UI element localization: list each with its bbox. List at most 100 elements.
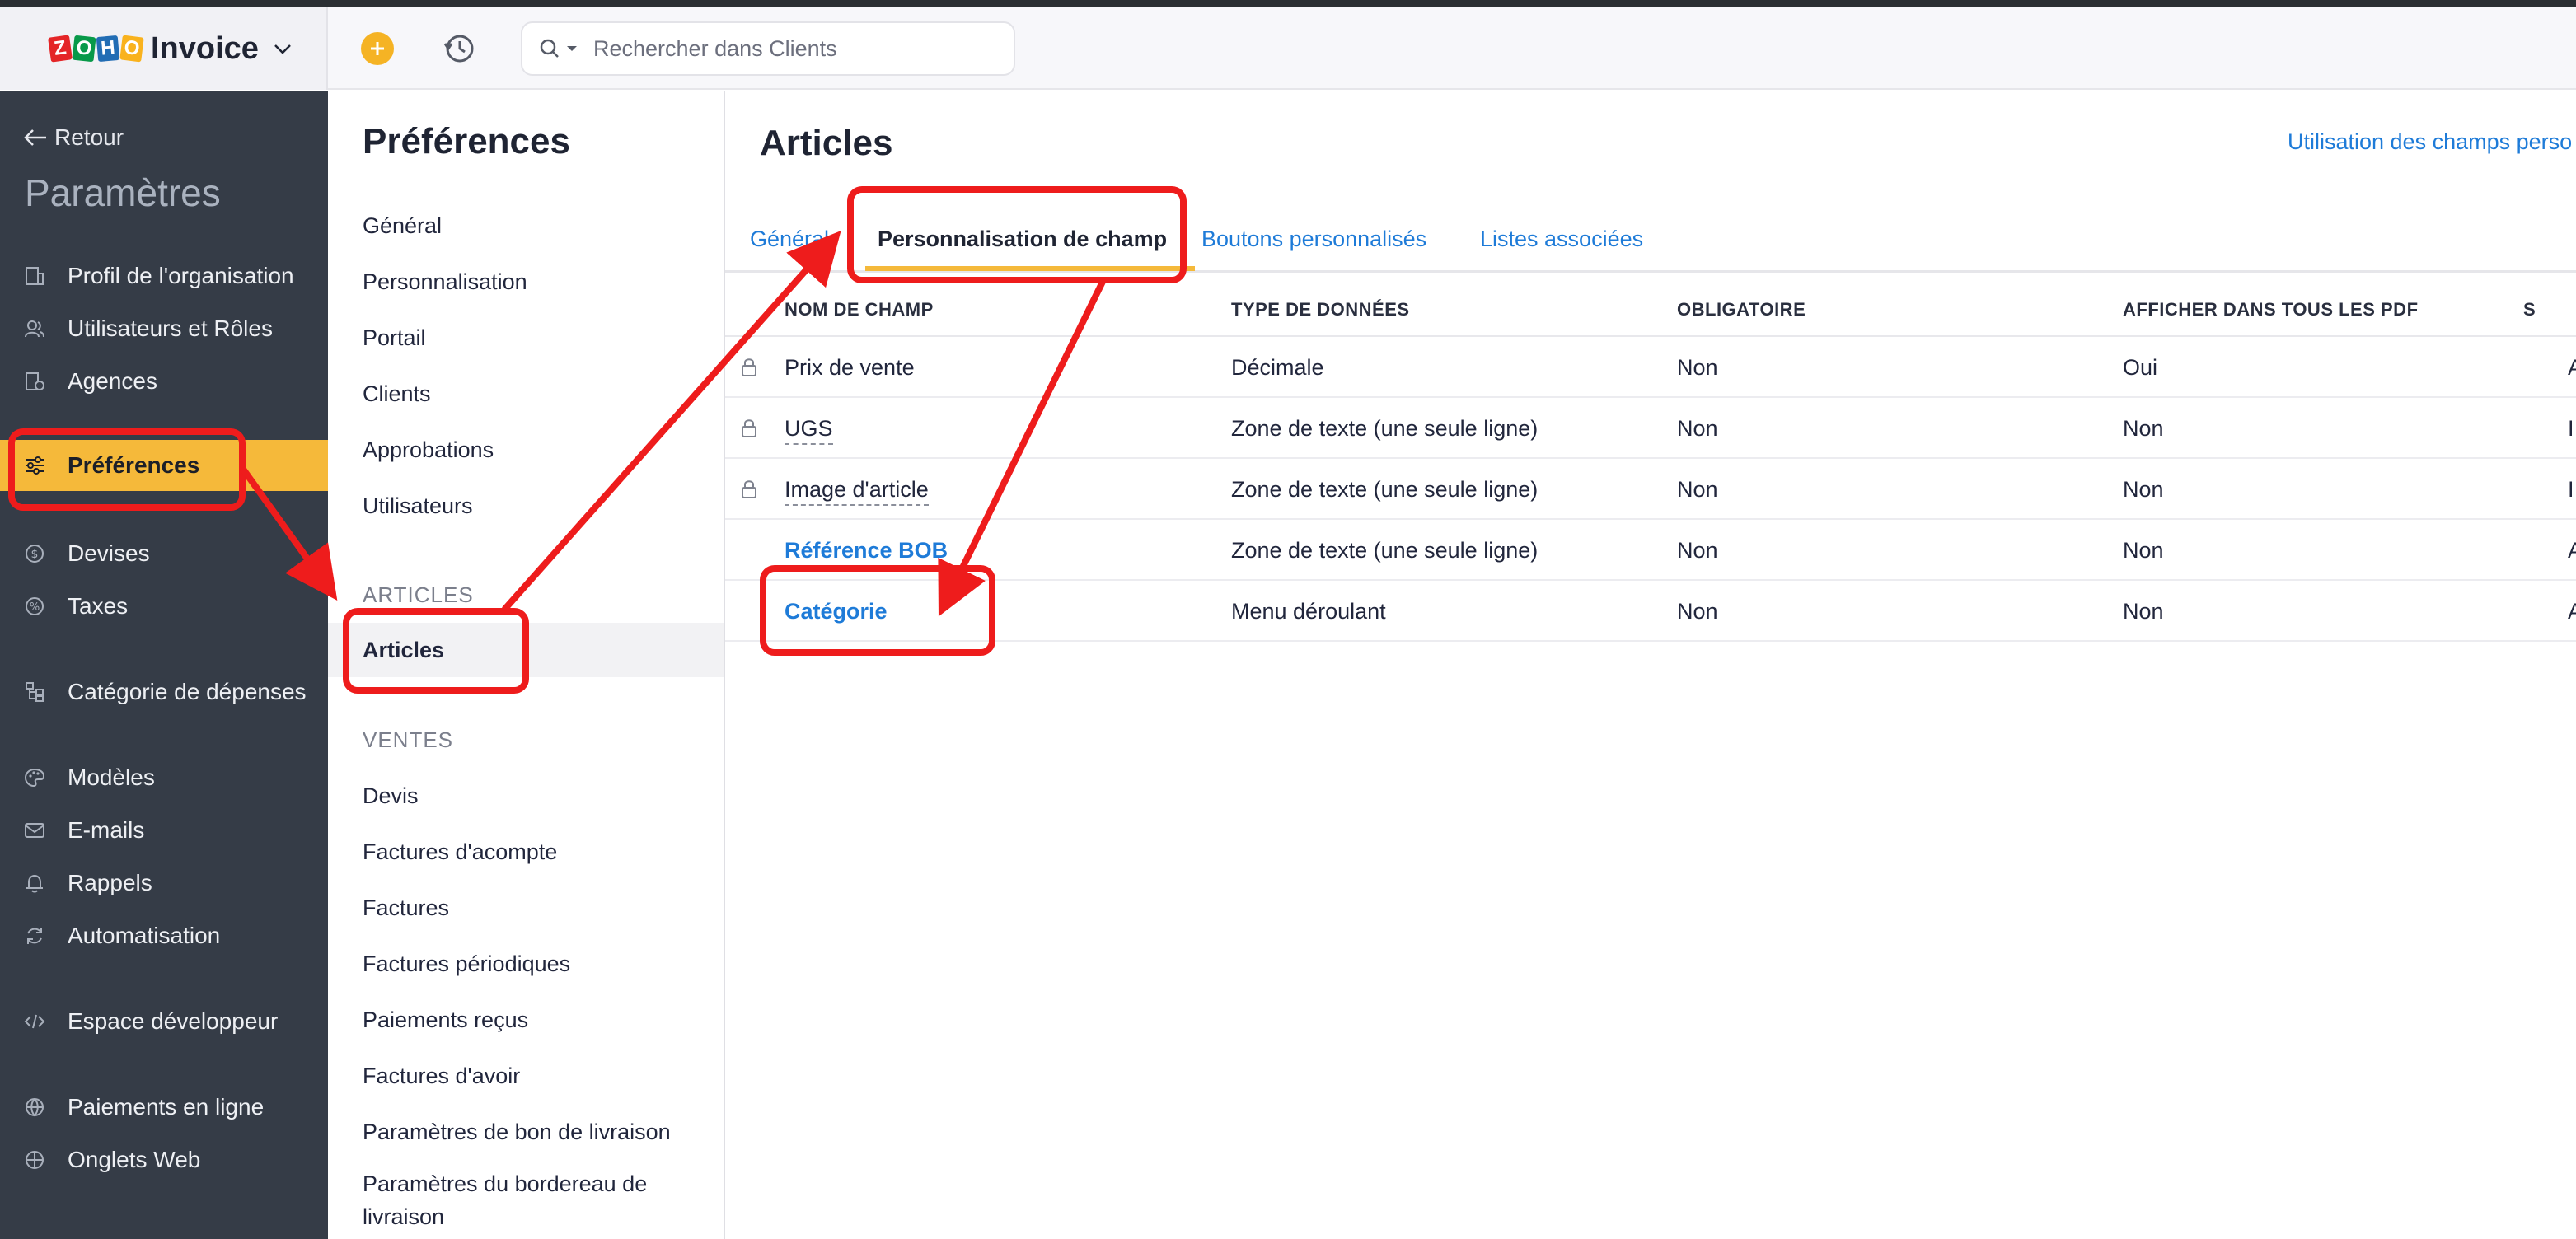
col-field-name: NOM DE CHAMP: [785, 299, 934, 320]
table-row[interactable]: Image d'article Zone de texte (une seule…: [725, 459, 2576, 520]
mail-icon: [23, 819, 46, 842]
col-data-type: TYPE DE DONNÉES: [1231, 299, 1410, 320]
main-panel: Articles Utilisation des champs perso Gé…: [725, 91, 2576, 1239]
sidebar-item-users-roles[interactable]: Utilisateurs et Rôles: [0, 303, 328, 354]
top-header: Z O H O Invoice: [0, 7, 2576, 90]
field-extra: I: [2568, 416, 2574, 441]
field-name: Image d'article: [785, 477, 929, 506]
logo-letter: O: [119, 35, 144, 63]
tab-bar: Général Personnalisation de champ Bouton…: [725, 215, 2576, 273]
field-name-link[interactable]: Catégorie: [785, 599, 888, 624]
percent-icon: %: [23, 595, 46, 618]
field-pdf: Oui: [2123, 355, 2158, 380]
pref-item-customization[interactable]: Personnalisation: [328, 255, 724, 309]
pref-item-quotes[interactable]: Devis: [328, 769, 724, 823]
pref-item-customers[interactable]: Clients: [328, 367, 724, 421]
table-row[interactable]: Catégorie Menu déroulant Non Non A: [725, 581, 2576, 642]
pref-item-credit-notes[interactable]: Factures d'avoir: [328, 1049, 724, 1103]
pref-item-retainer-invoices[interactable]: Factures d'acompte: [328, 825, 724, 879]
sidebar-item-automation[interactable]: Automatisation: [0, 910, 328, 961]
web-tab-icon: [23, 1148, 46, 1171]
caret-down-icon[interactable]: [565, 44, 578, 54]
pref-item-portal[interactable]: Portail: [328, 311, 724, 365]
svg-text:%: %: [30, 601, 40, 614]
lock-icon: [742, 480, 756, 498]
sidebar-item-expense-categories[interactable]: Catégorie de dépenses: [0, 666, 328, 718]
hierarchy-icon: [23, 680, 46, 704]
preferences-title: Préférences: [363, 121, 570, 161]
back-label: Retour: [54, 124, 124, 150]
sidebar-item-emails[interactable]: E-mails: [0, 805, 328, 856]
field-required: Non: [1677, 477, 1718, 502]
sidebar-item-label: Onglets Web: [68, 1147, 201, 1172]
table-row[interactable]: Prix de vente Décimale Non Oui A: [725, 337, 2576, 398]
tab-custom-buttons[interactable]: Boutons personnalisés: [1201, 227, 1426, 252]
sidebar-item-developer[interactable]: Espace développeur: [0, 996, 328, 1047]
sidebar-item-reminders[interactable]: Rappels: [0, 858, 328, 909]
field-pdf: Non: [2123, 538, 2164, 563]
pref-item-approvals[interactable]: Approbations: [328, 423, 724, 477]
arrow-left-icon: [24, 129, 46, 146]
col-truncated: S: [2523, 299, 2536, 320]
sidebar-item-web-tabs[interactable]: Onglets Web: [0, 1134, 328, 1185]
sidebar-item-preferences[interactable]: Préférences: [0, 440, 328, 491]
field-required: Non: [1677, 355, 1718, 380]
lock-icon: [742, 419, 756, 437]
building-icon: [23, 264, 46, 288]
pref-item-general[interactable]: Général: [328, 199, 724, 253]
sidebar-item-organization[interactable]: Profil de l'organisation: [0, 250, 328, 302]
sidebar-item-taxes[interactable]: % Taxes: [0, 581, 328, 632]
sidebar-item-currencies[interactable]: $ Devises: [0, 528, 328, 579]
lock-icon: [742, 358, 756, 376]
sidebar-item-label: Automatisation: [68, 923, 221, 948]
field-required: Non: [1677, 599, 1718, 624]
app-name: Invoice: [151, 30, 259, 66]
sidebar-item-label: Modèles: [68, 764, 155, 790]
app-switcher[interactable]: Z O H O Invoice: [0, 7, 328, 90]
field-pdf: Non: [2123, 416, 2164, 441]
field-type: Zone de texte (une seule ligne): [1231, 538, 1539, 563]
search-icon: [540, 39, 559, 58]
sidebar-item-online-payments[interactable]: Paiements en ligne: [0, 1082, 328, 1133]
field-extra: A: [2568, 355, 2576, 380]
table-row[interactable]: Référence BOB Zone de texte (une seule l…: [725, 520, 2576, 581]
custom-fields-usage-link[interactable]: Utilisation des champs perso: [2288, 129, 2572, 155]
field-required: Non: [1677, 538, 1718, 563]
sliders-icon: [23, 454, 46, 477]
branch-icon: [23, 370, 46, 393]
logo-letter: Z: [48, 35, 73, 63]
code-icon: [23, 1010, 46, 1033]
field-type: Menu déroulant: [1231, 599, 1386, 624]
sidebar-item-agencies[interactable]: Agences: [0, 356, 328, 407]
history-icon[interactable]: [441, 30, 477, 67]
sidebar-item-label: Taxes: [68, 593, 129, 619]
tab-field-customization[interactable]: Personnalisation de champ: [878, 227, 1167, 252]
pref-item-invoices[interactable]: Factures: [328, 881, 724, 935]
zoho-logo: Z O H O: [48, 35, 144, 63]
sidebar-item-label: Profil de l'organisation: [68, 263, 294, 288]
table-header: NOM DE CHAMP TYPE DE DONNÉES OBLIGATOIRE…: [725, 279, 2576, 337]
plus-icon: [371, 42, 384, 55]
settings-title: Paramètres: [25, 171, 221, 214]
sidebar-item-label: Paiements en ligne: [68, 1094, 265, 1120]
field-extra: I: [2568, 477, 2574, 502]
search-box[interactable]: [521, 21, 1015, 76]
table-row[interactable]: UGS Zone de texte (une seule ligne) Non …: [725, 398, 2576, 459]
palette-icon: [23, 766, 46, 789]
pref-item-packing-slip[interactable]: Paramètres du bordereau de livraison: [328, 1162, 724, 1238]
field-name-link[interactable]: Référence BOB: [785, 538, 948, 563]
logo-letter: H: [96, 35, 120, 63]
settings-sidebar: Retour Paramètres Profil de l'organisati…: [0, 91, 328, 1239]
pref-item-delivery-note[interactable]: Paramètres de bon de livraison: [328, 1105, 724, 1159]
tab-related-lists[interactable]: Listes associées: [1480, 227, 1643, 252]
sidebar-item-templates[interactable]: Modèles: [0, 752, 328, 803]
pref-item-recurring-invoices[interactable]: Factures périodiques: [328, 937, 724, 991]
search-input[interactable]: [593, 35, 956, 62]
tab-general[interactable]: Général: [750, 227, 829, 252]
pref-item-articles[interactable]: Articles: [328, 623, 724, 677]
field-pdf: Non: [2123, 477, 2164, 502]
quick-create-button[interactable]: [361, 32, 394, 65]
pref-item-payments-received[interactable]: Paiements reçus: [328, 993, 724, 1047]
back-link[interactable]: Retour: [23, 124, 124, 151]
pref-item-users[interactable]: Utilisateurs: [328, 479, 724, 533]
